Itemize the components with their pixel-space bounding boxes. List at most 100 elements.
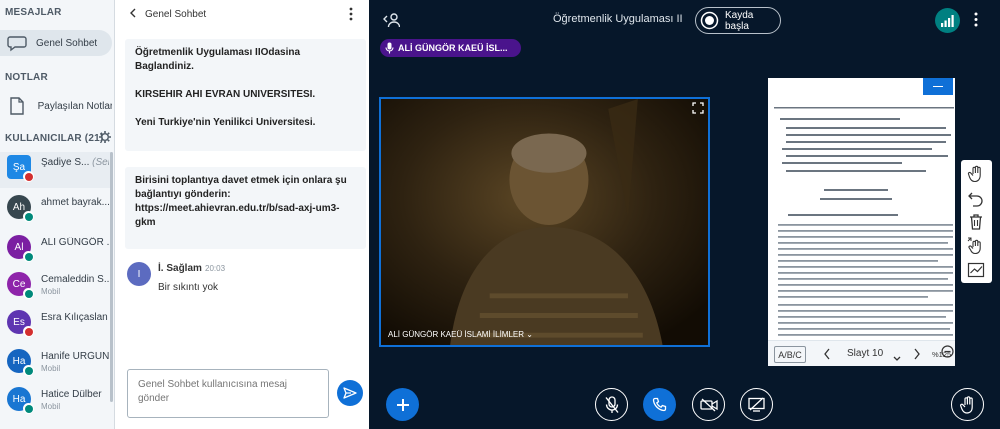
user-name: ALİ GÜNGÖR ... (41, 237, 109, 248)
user-name: Şadiye S... (Sen) (41, 157, 109, 168)
status-badge (23, 365, 34, 376)
avatar-initials: Şa (12, 161, 26, 173)
invite-link[interactable]: https://meet.ahievran.edu.tr/b/sad-axj-u… (135, 202, 356, 216)
undo-icon[interactable] (967, 189, 985, 210)
phone-icon (652, 397, 667, 412)
raise-hand-button[interactable] (951, 388, 984, 421)
avatar: I (127, 262, 151, 286)
welcome-line (135, 102, 356, 116)
message-text: Bir sıkıntı yok (158, 282, 219, 293)
user-list-item[interactable]: Es Esra Kılıçaslan (0, 307, 112, 339)
video-camera-off-icon (699, 398, 718, 411)
chat-panel: Genel Sohbet Öğretmenlik Uygulaması IIOd… (115, 0, 369, 429)
user-name-text: Esra Kılıçaslan (41, 312, 108, 323)
message-sender: İ. Sağlam (158, 263, 202, 274)
minimize-presentation-button[interactable] (923, 78, 953, 95)
send-button[interactable] (337, 380, 363, 406)
record-button[interactable]: Kayda başla (695, 7, 781, 34)
user-list-item[interactable]: Al ALİ GÜNGÖR ... (0, 232, 112, 264)
user-list-item[interactable]: Ha Hatice Dülber Mobil (0, 384, 112, 416)
message-time: 20:03 (205, 264, 226, 273)
user-name-text: ALİ GÜNGÖR ... (41, 237, 109, 248)
chevron-left-icon[interactable] (129, 7, 137, 21)
notes-heading: NOTLAR (5, 72, 48, 83)
user-list-scrollbar[interactable] (110, 152, 113, 402)
actions-button[interactable] (386, 388, 419, 421)
user-list-item[interactable]: Ah ahmet bayrak... (0, 192, 112, 224)
video-user-name[interactable]: ALİ GÜNGÖR KAEÜ İSLAMİ İLİMLER ⌄ (388, 330, 533, 339)
status-badge (23, 326, 34, 337)
quick-poll-button[interactable]: A/B/C (774, 346, 806, 363)
webcam-video[interactable]: ALİ GÜNGÖR KAEÜ İSLAMİ İLİMLER ⌄ (379, 97, 710, 347)
signal-bars-icon (941, 14, 954, 27)
status-badge (23, 251, 34, 262)
avatar-initials: Ah (12, 201, 26, 213)
note-icon (6, 97, 28, 115)
user-name: Cemaleddin S... (41, 274, 109, 285)
invite-line: bağlantıyı gönderin: (135, 189, 231, 200)
more-options-icon[interactable] (974, 12, 978, 30)
user-list-toggle-icon[interactable] (382, 12, 401, 31)
expand-icon[interactable] (692, 102, 704, 117)
microphone-muted-icon (604, 395, 619, 413)
shared-notes-label: Paylaşılan Notlar (37, 100, 112, 112)
presentation-toolbar: A/B/C Slayt 10 %125 (768, 340, 955, 366)
avatar: Al (7, 235, 34, 262)
share-screen-button[interactable] (740, 388, 773, 421)
slide-selector[interactable]: Slayt 10 (847, 348, 883, 359)
chevron-right-icon[interactable] (913, 348, 921, 363)
record-label: Kayda başla (724, 9, 754, 32)
status-badge (23, 403, 34, 414)
zoom-out-icon[interactable] (941, 345, 954, 361)
welcome-message: Öğretmenlik Uygulaması IIOdasina Bagland… (125, 39, 366, 151)
connection-status-button[interactable] (935, 8, 960, 33)
public-chat-item[interactable]: Genel Sohbet (0, 30, 112, 56)
talking-indicator: ALİ GÜNGÖR KAEÜ İSL... (380, 39, 521, 57)
chat-message-input[interactable] (127, 369, 329, 418)
leave-audio-button[interactable] (643, 388, 676, 421)
desktop-share-off-icon (748, 397, 765, 412)
user-name-text: Hanife URĞUN (41, 351, 109, 362)
record-icon (700, 11, 719, 30)
share-webcam-button[interactable] (692, 388, 725, 421)
invite-message: Birisini toplantıya davet etmek için onl… (125, 167, 366, 249)
user-name-text: Hatice Dülber (41, 389, 102, 400)
gear-icon[interactable] (99, 131, 111, 146)
talker-name: ALİ GÜNGÖR KAEÜ İSL... (398, 43, 508, 53)
hand-icon (959, 395, 973, 414)
mute-button[interactable] (595, 388, 628, 421)
avatar: Ah (7, 195, 34, 222)
avatar-initials: Ha (12, 393, 26, 405)
hand-tool-icon[interactable] (967, 165, 985, 186)
chat-title: Genel Sohbet (145, 8, 207, 20)
messages-heading: MESAJLAR (5, 7, 62, 18)
chevron-left-icon[interactable] (823, 348, 831, 363)
user-name: Hatice Dülber (41, 389, 109, 400)
user-list-item[interactable]: Ha Hanife URĞUN Mobil (0, 346, 112, 378)
welcome-line: Baglandiniz. (135, 61, 194, 72)
send-icon (343, 387, 357, 399)
more-options-icon[interactable] (349, 7, 353, 24)
avatar: Es (7, 310, 34, 337)
chevron-down-icon[interactable] (893, 351, 901, 365)
invite-link[interactable]: gkm (135, 216, 356, 230)
avatar: Şa (7, 155, 34, 182)
welcome-line (135, 74, 356, 88)
users-heading: KULLANICILAR (21) (5, 133, 104, 144)
user-name-text: ahmet bayrak... (41, 197, 109, 208)
user-name: Hanife URĞUN (41, 351, 109, 362)
shared-notes-item[interactable]: Paylaşılan Notlar (0, 93, 112, 119)
trash-icon[interactable] (967, 213, 985, 234)
user-name: Esra Kılıçaslan (41, 312, 109, 323)
self-marker: (Sen) (92, 157, 109, 168)
avatar-initials: Ce (12, 278, 26, 290)
multi-user-whiteboard-icon[interactable] (967, 237, 985, 258)
user-list-item[interactable]: Ce Cemaleddin S... Mobil (0, 269, 112, 301)
chart-icon[interactable] (967, 261, 985, 282)
main-area: Öğretmenlik Uygulaması II Kayda başla AL… (369, 0, 1000, 429)
invite-line: Birisini toplantıya davet etmek için onl… (135, 175, 347, 186)
video-feed (381, 99, 708, 345)
presentation-panel: A/B/C Slayt 10 %125 (768, 78, 955, 366)
user-list-item[interactable]: Şa Şadiye S... (Sen) (0, 152, 112, 188)
microphone-icon (385, 42, 394, 54)
